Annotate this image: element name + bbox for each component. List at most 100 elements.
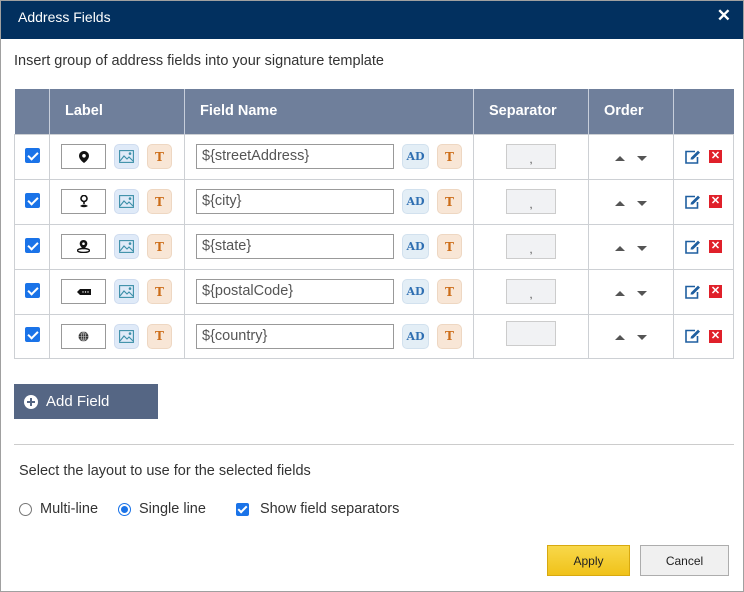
- move-down-icon[interactable]: [637, 155, 648, 161]
- move-down-icon[interactable]: [637, 200, 648, 206]
- insert-image-button[interactable]: [114, 144, 139, 169]
- move-up-icon[interactable]: [614, 245, 625, 251]
- add-field-label: Add Field: [46, 393, 110, 410]
- field-text-format-button[interactable]: T: [437, 279, 462, 304]
- header-field-name: Field Name: [184, 89, 474, 134]
- location-pin-icon: [77, 240, 90, 253]
- field-name-input[interactable]: ${city}: [196, 189, 394, 214]
- row-checkbox[interactable]: [25, 147, 40, 163]
- select-cell: [14, 268, 50, 315]
- row-checkbox[interactable]: [25, 237, 40, 253]
- label-input[interactable]: [61, 234, 106, 259]
- multi-line-label: Multi-line: [40, 501, 99, 517]
- show-separators-checkbox[interactable]: [235, 502, 249, 516]
- label-text-format-button[interactable]: T: [147, 189, 172, 214]
- field-name-input[interactable]: ${country}: [196, 323, 394, 349]
- field-text-format-button[interactable]: T: [437, 323, 462, 349]
- label-text-format-button[interactable]: T: [147, 234, 172, 259]
- field-name-input[interactable]: ${state}: [196, 234, 394, 259]
- close-icon[interactable]: ✕: [717, 6, 731, 26]
- ad-attribute-button[interactable]: AD: [402, 189, 429, 214]
- label-input[interactable]: [61, 144, 106, 169]
- multi-line-radio[interactable]: [19, 502, 32, 516]
- ad-attribute-button[interactable]: AD: [402, 234, 429, 259]
- header-label: Label: [49, 89, 185, 134]
- address-fields-dialog: Address Fields ✕ Insert group of address…: [0, 0, 744, 592]
- separator-cell: ,: [473, 268, 589, 315]
- intro-text: Insert group of address fields into your…: [14, 53, 384, 69]
- plus-circle-icon: [24, 394, 38, 409]
- separator-input[interactable]: [506, 321, 556, 346]
- separator-input[interactable]: ,: [506, 234, 556, 259]
- insert-image-button[interactable]: [114, 279, 139, 304]
- dialog-title: Address Fields: [18, 9, 111, 25]
- insert-image-button[interactable]: [114, 234, 139, 259]
- label-text-format-button[interactable]: T: [147, 279, 172, 304]
- ad-attribute-button[interactable]: AD: [402, 323, 429, 349]
- move-down-icon[interactable]: [637, 335, 648, 340]
- field-name-input[interactable]: ${postalCode}: [196, 279, 394, 304]
- address-fields-table: Label Field Name Separator Order T ${str…: [14, 89, 734, 359]
- apply-button[interactable]: Apply: [547, 545, 630, 576]
- image-icon: [119, 329, 134, 343]
- move-down-icon[interactable]: [637, 245, 648, 251]
- cancel-button[interactable]: Cancel: [640, 545, 729, 576]
- label-cell: T: [49, 178, 185, 225]
- field-name-cell: ${city} AD T: [184, 178, 474, 225]
- option-show-separators[interactable]: Show field separators: [235, 501, 399, 517]
- row-checkbox[interactable]: [25, 327, 40, 342]
- actions-cell: ✕: [673, 268, 734, 315]
- edit-icon[interactable]: [685, 285, 701, 299]
- label-text-format-button[interactable]: T: [147, 323, 172, 349]
- ad-attribute-button[interactable]: AD: [402, 279, 429, 304]
- field-name-input[interactable]: ${streetAddress}: [196, 144, 394, 169]
- move-up-icon[interactable]: [614, 200, 625, 206]
- select-cell: [14, 178, 50, 225]
- option-multi-line[interactable]: Multi-line: [19, 501, 98, 517]
- field-text-format-button[interactable]: T: [437, 189, 462, 214]
- delete-icon[interactable]: ✕: [709, 195, 722, 208]
- edit-icon[interactable]: [685, 150, 701, 164]
- label-cell: T: [49, 133, 185, 180]
- field-text-format-button[interactable]: T: [437, 144, 462, 169]
- move-up-icon[interactable]: [614, 290, 625, 296]
- add-field-button[interactable]: Add Field: [14, 384, 158, 419]
- option-single-line[interactable]: Single line: [118, 501, 206, 517]
- label-input[interactable]: [61, 189, 106, 214]
- actions-cell: ✕: [673, 313, 734, 359]
- order-cell: [588, 223, 674, 270]
- edit-icon[interactable]: [685, 240, 701, 254]
- order-cell: [588, 178, 674, 225]
- order-cell: [588, 268, 674, 315]
- separator-input[interactable]: ,: [506, 144, 556, 169]
- actions-cell: ✕: [673, 133, 734, 180]
- row-checkbox[interactable]: [25, 192, 40, 208]
- delete-icon[interactable]: ✕: [709, 285, 722, 298]
- field-name-cell: ${country} AD T: [184, 313, 474, 359]
- move-up-icon[interactable]: [614, 155, 625, 161]
- edit-icon[interactable]: [685, 329, 701, 343]
- field-text-format-button[interactable]: T: [437, 234, 462, 259]
- globe-icon: [78, 330, 89, 342]
- insert-image-button[interactable]: [114, 323, 139, 349]
- label-cell: T: [49, 268, 185, 315]
- separator-cell: ,: [473, 223, 589, 270]
- label-input[interactable]: [61, 323, 106, 349]
- insert-image-button[interactable]: [114, 189, 139, 214]
- move-down-icon[interactable]: [637, 290, 648, 296]
- ad-attribute-button[interactable]: AD: [402, 144, 429, 169]
- delete-icon[interactable]: ✕: [709, 329, 722, 343]
- delete-icon[interactable]: ✕: [709, 150, 722, 163]
- move-up-icon[interactable]: [614, 335, 625, 340]
- label-input[interactable]: [61, 279, 106, 304]
- single-line-radio[interactable]: [118, 502, 132, 516]
- edit-icon[interactable]: [685, 195, 701, 209]
- separator-input[interactable]: ,: [506, 189, 556, 214]
- separator-cell: ,: [473, 178, 589, 225]
- field-name-cell: ${streetAddress} AD T: [184, 133, 474, 180]
- person-pin-icon: [79, 195, 89, 208]
- label-text-format-button[interactable]: T: [147, 144, 172, 169]
- row-checkbox[interactable]: [25, 282, 40, 298]
- delete-icon[interactable]: ✕: [709, 240, 722, 253]
- separator-input[interactable]: ,: [506, 279, 556, 304]
